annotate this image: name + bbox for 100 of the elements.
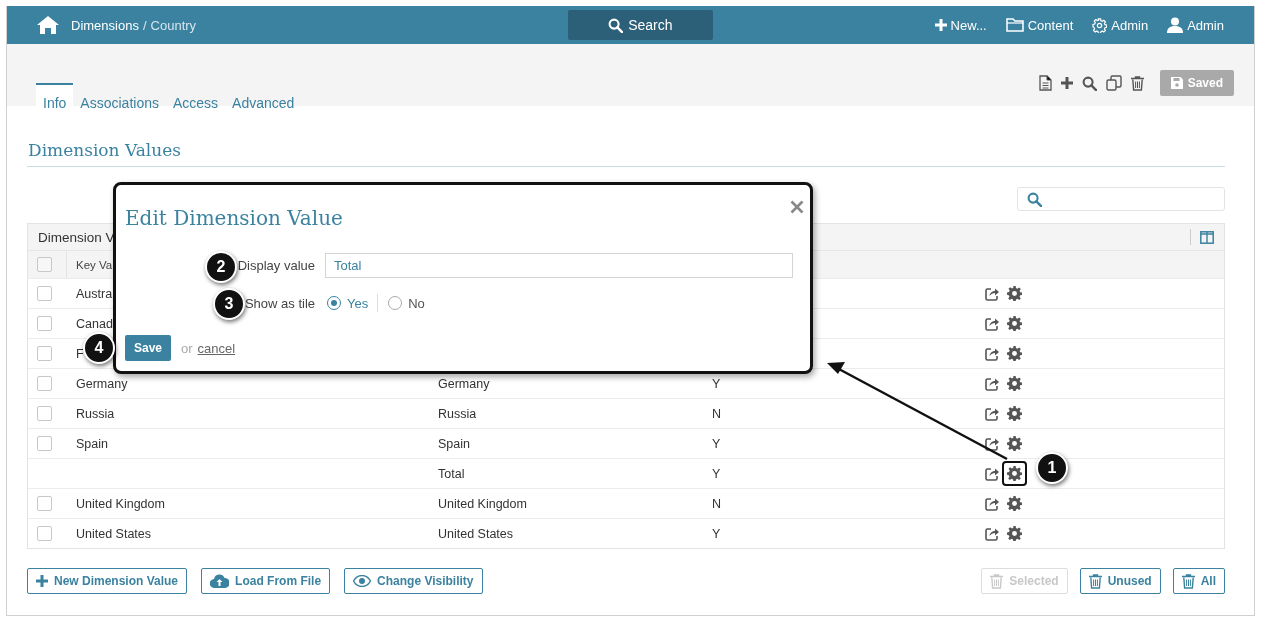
- plus-icon: [36, 575, 48, 587]
- nav-link[interactable]: Admin: [1167, 17, 1224, 33]
- share-icon[interactable]: [985, 316, 999, 331]
- columns-icon[interactable]: [1200, 230, 1214, 244]
- trash-icon: [1088, 573, 1102, 589]
- nav-link[interactable]: New...: [934, 17, 987, 33]
- action-button[interactable]: Unused: [1079, 568, 1161, 594]
- row-checkbox[interactable]: [37, 406, 52, 421]
- dialog-title: Edit Dimension Value: [125, 206, 343, 230]
- search-icon: [1027, 191, 1042, 207]
- trash-icon[interactable]: [1130, 75, 1144, 91]
- close-icon[interactable]: [790, 200, 804, 214]
- column-header[interactable]: Key Va: [76, 258, 113, 271]
- table-cell: Germany: [76, 376, 128, 391]
- row-checkbox[interactable]: [37, 436, 52, 451]
- action-button[interactable]: All: [1172, 568, 1225, 594]
- share-icon[interactable]: [985, 526, 999, 541]
- cancel-link[interactable]: cancel: [197, 340, 236, 356]
- table-cell: N: [712, 496, 722, 511]
- breadcrumb-link[interactable]: Dimensions: [71, 17, 139, 33]
- radio-option[interactable]: No: [388, 295, 434, 311]
- gear-icon[interactable]: [1007, 436, 1022, 451]
- cloud-upload-icon: [210, 574, 230, 588]
- share-icon[interactable]: [985, 436, 999, 451]
- tab[interactable]: Info: [36, 83, 74, 106]
- gear-icon[interactable]: [1007, 316, 1022, 331]
- table-cell: Y: [712, 466, 721, 481]
- share-icon[interactable]: [985, 466, 999, 481]
- plus-icon: [934, 19, 947, 31]
- tab[interactable]: Advanced: [225, 83, 302, 106]
- gear-icon[interactable]: [1007, 406, 1022, 421]
- field-label: Show as tile: [244, 295, 315, 311]
- tab[interactable]: Access: [165, 83, 226, 106]
- tab[interactable]: Associations: [73, 83, 166, 106]
- search-icon: [608, 17, 624, 33]
- table-cell: Russia: [438, 406, 477, 421]
- row-checkbox[interactable]: [37, 316, 52, 331]
- input-field[interactable]: Total: [325, 253, 793, 278]
- table-cell: United Kingdom: [438, 496, 527, 511]
- share-icon[interactable]: [985, 406, 999, 421]
- copy-icon[interactable]: [1105, 75, 1122, 91]
- breadcrumb-current: Country: [150, 17, 197, 33]
- step-badge: 1: [1036, 452, 1068, 484]
- folder-icon: [1005, 18, 1024, 32]
- user-icon: [1167, 17, 1184, 33]
- action-button[interactable]: New Dimension Value: [27, 568, 188, 594]
- table-cell: Russia: [76, 406, 115, 421]
- home-icon: [37, 16, 59, 34]
- search-button[interactable]: Search: [567, 10, 713, 40]
- search-field[interactable]: [1017, 187, 1225, 211]
- step-badge: 4: [83, 332, 115, 364]
- gear-icon[interactable]: [1007, 376, 1022, 391]
- save-button[interactable]: Save: [125, 335, 171, 361]
- save-icon: [1170, 77, 1183, 89]
- table-cell: Total: [438, 466, 465, 481]
- table-cell: United Kingdom: [76, 496, 165, 511]
- select-all-checkbox[interactable]: [37, 257, 52, 272]
- step-badge: 2: [205, 251, 237, 283]
- share-icon[interactable]: [985, 496, 999, 511]
- or-text: or: [181, 340, 193, 356]
- table-cell: United States: [438, 526, 514, 541]
- trash-icon: [990, 573, 1004, 589]
- plus-icon[interactable]: [1060, 77, 1073, 89]
- share-icon[interactable]: [985, 286, 999, 301]
- breadcrumb-separator: /: [142, 17, 147, 33]
- nav-link[interactable]: Content: [1005, 17, 1074, 33]
- table-cell: Germany: [438, 376, 490, 391]
- gear-icon[interactable]: [1007, 526, 1022, 541]
- eye-icon: [353, 575, 372, 587]
- field-label: Display value: [237, 258, 315, 273]
- row-checkbox[interactable]: [37, 526, 52, 541]
- table-cell: Spain: [76, 436, 108, 451]
- row-checkbox[interactable]: [37, 286, 52, 301]
- search-icon[interactable]: [1081, 75, 1097, 91]
- table-cell: United States: [76, 526, 152, 541]
- document-icon[interactable]: [1038, 75, 1052, 91]
- gear-icon[interactable]: [1007, 286, 1022, 301]
- action-button[interactable]: Change Visibility: [344, 568, 483, 594]
- table-cell: F: [76, 346, 84, 361]
- row-checkbox[interactable]: [37, 376, 52, 391]
- gear-icon[interactable]: [1007, 496, 1022, 511]
- radio-option[interactable]: Yes: [327, 295, 378, 311]
- step-badge: 3: [213, 288, 245, 320]
- share-icon[interactable]: [985, 346, 999, 361]
- gear-icon: [1092, 17, 1108, 33]
- gear-icon[interactable]: [1007, 346, 1022, 361]
- table-cell: Y: [712, 526, 721, 541]
- table-cell: Y: [712, 436, 721, 451]
- gear-icon[interactable]: [1007, 466, 1022, 481]
- table-cell: Canad: [76, 316, 113, 331]
- trash-icon: [1181, 573, 1195, 589]
- row-checkbox[interactable]: [37, 496, 52, 511]
- action-button[interactable]: Load From File: [201, 568, 331, 594]
- table-cell: Spain: [438, 436, 470, 451]
- section-title: Dimension Values: [27, 140, 1225, 167]
- nav-link[interactable]: Admin: [1092, 17, 1149, 33]
- table-cell: Austra: [76, 286, 113, 301]
- share-icon[interactable]: [985, 376, 999, 391]
- row-checkbox[interactable]: [37, 346, 52, 361]
- table-cell: Y: [712, 376, 721, 391]
